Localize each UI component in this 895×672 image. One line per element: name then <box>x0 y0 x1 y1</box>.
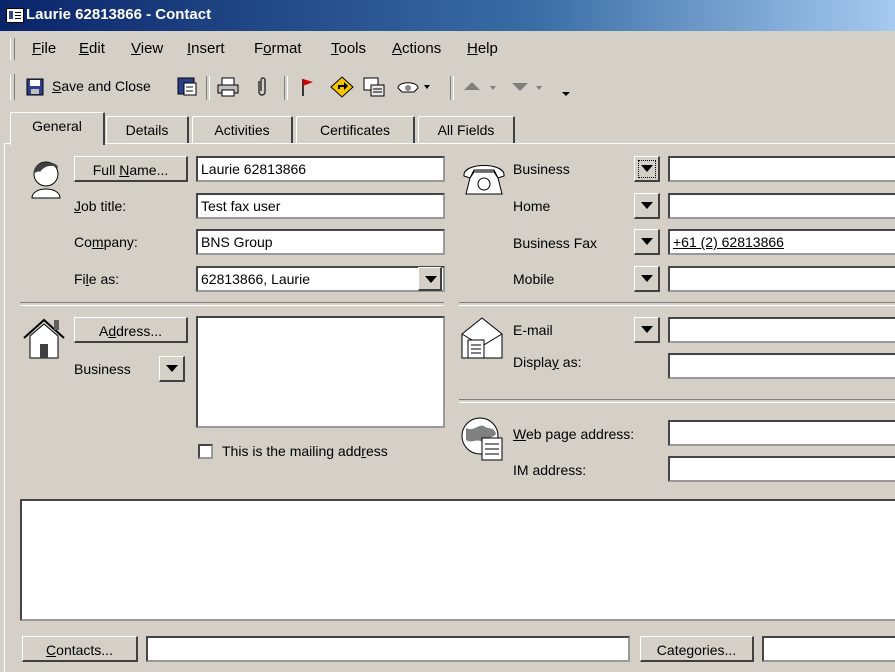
email-label: E-mail <box>513 322 553 338</box>
email-field[interactable] <box>668 317 895 343</box>
notes-area[interactable] <box>20 499 895 621</box>
phone-type-dropdown-business-fax[interactable] <box>634 229 660 255</box>
contact-window: Laurie 62813866 - Contact File Edit View… <box>0 0 895 672</box>
menu-format[interactable]: Format <box>254 40 302 57</box>
toolbar-options-icon[interactable] <box>558 76 574 98</box>
display-map-icon[interactable] <box>330 76 354 98</box>
next-item-icon[interactable] <box>508 76 552 98</box>
tab-strip: General Details Activities Certificates … <box>0 106 895 145</box>
web-page-address-field[interactable] <box>668 420 895 446</box>
auto-dialer-icon[interactable] <box>396 76 434 98</box>
previous-item-icon[interactable] <box>460 76 504 98</box>
menu-view[interactable]: View <box>131 40 163 57</box>
menu-actions[interactable]: Actions <box>392 40 441 57</box>
im-address-label: IM address: <box>513 462 587 478</box>
menu-help[interactable]: Help <box>467 40 498 57</box>
toolbar-separator <box>284 76 288 100</box>
floppy-disk-icon <box>26 78 44 96</box>
company-field[interactable]: BNS Group <box>196 229 445 255</box>
menu-insert[interactable]: Insert <box>187 40 225 57</box>
email-type-dropdown[interactable] <box>634 317 660 343</box>
phone-type-dropdown-business[interactable] <box>634 156 660 182</box>
contact-card-icon <box>6 8 24 23</box>
section-divider <box>20 302 444 306</box>
im-address-field[interactable] <box>668 456 895 482</box>
file-as-label: File as: <box>74 271 120 287</box>
categories-field[interactable] <box>762 636 895 662</box>
save-and-close-button[interactable]: Save and Close <box>24 76 170 98</box>
address-type-dropdown[interactable] <box>159 356 185 382</box>
tab-all-fields[interactable]: All Fields <box>418 116 515 143</box>
phone-label-business-fax: Business Fax <box>513 235 598 251</box>
phone-type-dropdown-mobile[interactable] <box>634 266 660 292</box>
address-field[interactable] <box>196 316 445 428</box>
web-globe-icon <box>461 417 503 461</box>
window-title: Laurie 62813866 - Contact <box>26 6 212 23</box>
menu-edit[interactable]: Edit <box>79 40 105 57</box>
house-icon <box>23 318 65 359</box>
section-divider <box>459 302 895 306</box>
new-message-to-contact-icon[interactable] <box>362 76 386 98</box>
paperclip-icon[interactable] <box>254 76 270 98</box>
web-page-address-label: Web page address: <box>513 426 635 442</box>
phone-type-dropdown-home[interactable] <box>634 193 660 219</box>
phone-label-home: Home <box>513 198 551 214</box>
file-as-value: 62813866, Laurie <box>201 271 310 287</box>
standard-toolbar: Save and Close <box>0 68 580 106</box>
tab-certificates[interactable]: Certificates <box>296 116 415 143</box>
tab-details[interactable]: Details <box>106 116 189 143</box>
mailing-address-label: This is the mailing address <box>222 443 388 459</box>
display-as-label: Display as: <box>513 354 582 370</box>
address-type-label: Business <box>74 361 131 377</box>
display-as-field[interactable] <box>668 353 895 379</box>
mailing-address-checkbox[interactable] <box>198 444 213 459</box>
menu-grip[interactable] <box>10 38 15 60</box>
address-button[interactable]: Address... <box>74 317 188 343</box>
contacts-button[interactable]: Contacts... <box>22 636 138 662</box>
job-title-field[interactable]: Test fax user <box>196 193 445 219</box>
phone-field-home[interactable] <box>668 193 895 219</box>
phone-field-mobile[interactable] <box>668 266 895 292</box>
file-as-dropdown-button[interactable] <box>418 267 442 291</box>
phone-field-business-fax[interactable]: +61 (2) 62813866 <box>668 229 895 255</box>
company-label: Company: <box>74 234 138 250</box>
menu-tools[interactable]: Tools <box>331 40 366 57</box>
job-title-label: Job title: <box>74 198 127 214</box>
full-name-field[interactable]: Laurie 62813866 <box>196 156 445 182</box>
toolbar-separator <box>450 76 454 100</box>
categories-button[interactable]: Categories... <box>640 636 754 662</box>
menu-file[interactable]: File <box>32 40 56 57</box>
file-as-combo[interactable]: 62813866, Laurie <box>196 266 445 292</box>
tab-general[interactable]: General <box>10 112 105 145</box>
telephone-icon <box>463 165 505 195</box>
toolbar-separator <box>206 76 210 100</box>
phone-field-business[interactable] <box>668 156 895 182</box>
title-bar[interactable]: Laurie 62813866 - Contact <box>0 0 895 31</box>
menu-bar: File Edit View Insert Format Tools Actio… <box>0 32 895 64</box>
email-envelope-icon <box>461 317 503 359</box>
tab-activities[interactable]: Activities <box>192 116 293 143</box>
save-and-close-label: Save and Close <box>52 78 151 94</box>
phone-label-business: Business <box>513 161 570 177</box>
contacts-field[interactable] <box>146 636 630 662</box>
section-divider <box>459 399 895 403</box>
full-name-button[interactable]: Full Name... <box>74 156 188 182</box>
print-icon[interactable] <box>216 76 240 98</box>
toolbar-grip[interactable] <box>10 74 15 100</box>
save-and-new-icon[interactable] <box>176 76 198 98</box>
phone-label-mobile: Mobile <box>513 271 555 287</box>
follow-up-flag-icon[interactable] <box>298 76 316 98</box>
person-icon <box>31 161 61 199</box>
